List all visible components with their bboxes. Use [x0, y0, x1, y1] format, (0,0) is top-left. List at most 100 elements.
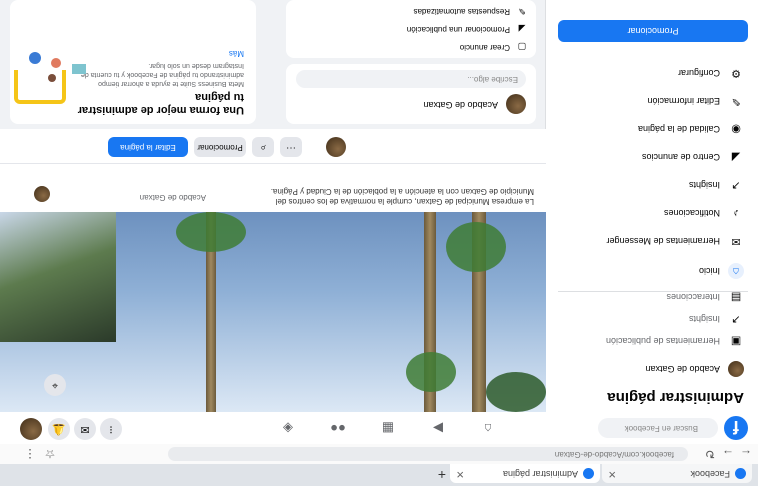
sidebar-page-row[interactable]: Acabdo de Gatxan: [554, 356, 750, 382]
illustration-dot: [48, 74, 56, 82]
facebook-favicon-icon: [735, 468, 746, 479]
facebook-top-nav: f Buscar en Facebook ⌂ ▶ ▦ ●● ◈ ⁝ ✉ 🔔: [0, 411, 758, 444]
sidebar-item-notifications[interactable]: ♪ Notificaciones: [554, 200, 750, 226]
profile-picture[interactable]: [0, 212, 116, 342]
page-avatar: [728, 361, 744, 377]
post-author: Acabdo de Gatxan: [423, 100, 498, 110]
page-avatar: [34, 186, 50, 202]
illustration-frame: [14, 70, 66, 104]
gaming-icon[interactable]: ◈: [268, 418, 308, 438]
avatar[interactable]: [20, 418, 42, 440]
close-icon[interactable]: ✕: [456, 464, 464, 483]
tab-title: Facebook: [690, 469, 730, 479]
bell-icon: ♪: [733, 207, 739, 219]
action-automated-responses[interactable]: ✎ Respuestas automatizadas: [298, 2, 528, 20]
star-icon[interactable]: ☆: [42, 446, 58, 462]
url-field[interactable]: facebook.com/Acabdo-de-Gatxan: [168, 447, 688, 461]
page-action-row: Editar la página Promocionar ⌕ ⋯: [0, 129, 546, 164]
reload-icon[interactable]: ↻: [702, 446, 718, 462]
sidebar-item-interactions[interactable]: ▤ Interacciones: [554, 284, 750, 310]
store-icon[interactable]: ▦: [368, 418, 408, 438]
main-content: Acabdo de Gatxan Escribe algo... ▢ Crear…: [0, 0, 546, 130]
illustration-dot: [29, 52, 41, 64]
extensions-icon[interactable]: ⋮: [22, 446, 38, 462]
sidebar-item-label: Interacciones: [666, 292, 720, 302]
more-icon[interactable]: ⋯: [280, 137, 302, 157]
back-icon[interactable]: ←: [738, 446, 754, 462]
megaphone-icon: ◢: [731, 151, 741, 163]
sidebar-item-page-quality[interactable]: ◉ Calidad de la página: [554, 116, 750, 142]
promote-button[interactable]: Promocionar: [558, 20, 748, 42]
card-link[interactable]: Más: [229, 49, 244, 58]
home-icon: ⌂: [728, 263, 744, 279]
forward-icon[interactable]: →: [720, 446, 736, 462]
action-boost-post[interactable]: ◢ Promocionar una publicación: [298, 20, 528, 38]
briefcase-icon: ▣: [730, 335, 742, 347]
screenshot-root: Facebook ✕ Administrar página ✕ + ← → ↻ …: [0, 0, 758, 486]
create-post-card: Acabdo de Gatxan Escribe algo...: [286, 64, 536, 124]
illustration-dot: [51, 58, 61, 68]
sidebar-item-edit-info[interactable]: ✎ Editar información: [554, 88, 750, 114]
sidebar-page-name: Acabdo de Gatxan: [645, 364, 720, 374]
quick-actions-card: ▢ Crear anuncio ◢ Promocionar una public…: [286, 0, 536, 58]
menu-icon[interactable]: ⁝: [100, 418, 122, 440]
manage-page-card: Una forma mejor de administrar tu página…: [10, 0, 256, 124]
foliage: [446, 222, 506, 272]
camera-icon[interactable]: ⌖: [44, 374, 66, 396]
browser-tab[interactable]: Facebook ✕: [602, 464, 752, 483]
card-title: Una forma mejor de administrar tu página: [77, 91, 244, 116]
new-tab-button[interactable]: +: [438, 467, 446, 483]
card-text: Meta Business Suite te ayuda a ahorrar t…: [80, 62, 244, 87]
notifications-icon[interactable]: 🔔: [48, 418, 70, 440]
sidebar-item-ads-center[interactable]: ◢ Centro de anuncios: [554, 144, 750, 170]
page-description: La empresa Municipal de Gatxan, cumple l…: [270, 187, 534, 206]
avatar: [506, 94, 526, 114]
foliage: [176, 212, 246, 252]
tab-title: Administrar página: [502, 469, 578, 479]
edit-page-button[interactable]: Editar la página: [108, 137, 188, 157]
sidebar-item-settings[interactable]: ⚙ Configurar: [554, 60, 750, 86]
cover-photo[interactable]: ⌖: [0, 212, 546, 412]
page-info: La empresa Municipal de Gatxan, cumple l…: [0, 164, 546, 212]
home-icon[interactable]: ⌂: [468, 418, 508, 438]
close-icon[interactable]: ✕: [608, 464, 616, 483]
quality-icon: ◉: [731, 123, 741, 135]
insights-icon: ↗: [731, 179, 741, 191]
sidebar-item-home[interactable]: ⌂ Inicio: [554, 258, 750, 284]
sidebar-item-label: Centro de anuncios: [641, 152, 720, 162]
gear-icon: ⚙: [731, 67, 741, 79]
avatar[interactable]: [326, 137, 346, 157]
manage-page-sidebar: Administrar página Acabdo de Gatxan ▣ He…: [545, 0, 758, 412]
chart-icon: ↗: [731, 313, 741, 325]
pencil-icon: ✎: [731, 95, 741, 107]
address-bar: ← → ↻ facebook.com/Acabdo-de-Gatxan ☆ ⋮: [0, 443, 758, 464]
foliage: [486, 372, 546, 412]
foliage: [406, 352, 456, 392]
messenger-icon[interactable]: ✉: [74, 418, 96, 440]
action-create-ad[interactable]: ▢ Crear anuncio: [298, 38, 528, 56]
page-title: Acabdo de Gatxan: [139, 193, 206, 202]
create-post-input[interactable]: Escribe algo...: [296, 70, 526, 88]
promote-button[interactable]: Promocionar: [194, 137, 246, 157]
video-icon[interactable]: ▶: [418, 418, 458, 438]
search-input[interactable]: Buscar en Facebook: [598, 418, 718, 438]
sidebar-item-label: Herramientas de Messenger: [606, 236, 720, 246]
search-icon[interactable]: ⌕: [252, 137, 274, 157]
pencil-icon: ✎: [518, 6, 526, 16]
facebook-logo-icon[interactable]: f: [724, 416, 748, 440]
boost-icon: ◢: [518, 24, 526, 34]
divider: [558, 291, 748, 292]
ad-icon: ▢: [517, 42, 527, 52]
sidebar-item-insights[interactable]: ↗ Insights: [554, 172, 750, 198]
sidebar-item-label: Configurar: [677, 68, 720, 78]
messenger-icon: ✉: [731, 235, 741, 247]
sidebar-item-label: Calidad de la página: [637, 124, 720, 134]
groups-icon[interactable]: ●●: [318, 418, 358, 438]
sidebar-title: Administrar página: [607, 389, 744, 406]
sidebar-item-label: Insights: [688, 180, 720, 190]
action-label: Crear anuncio: [459, 43, 510, 52]
sidebar-item-label: Editar información: [647, 96, 720, 106]
sidebar-item-messenger-tools[interactable]: ✉ Herramientas de Messenger: [554, 228, 750, 254]
browser-tab-active[interactable]: Administrar página ✕: [450, 464, 600, 483]
action-label: Promocionar una publicación: [406, 25, 510, 34]
